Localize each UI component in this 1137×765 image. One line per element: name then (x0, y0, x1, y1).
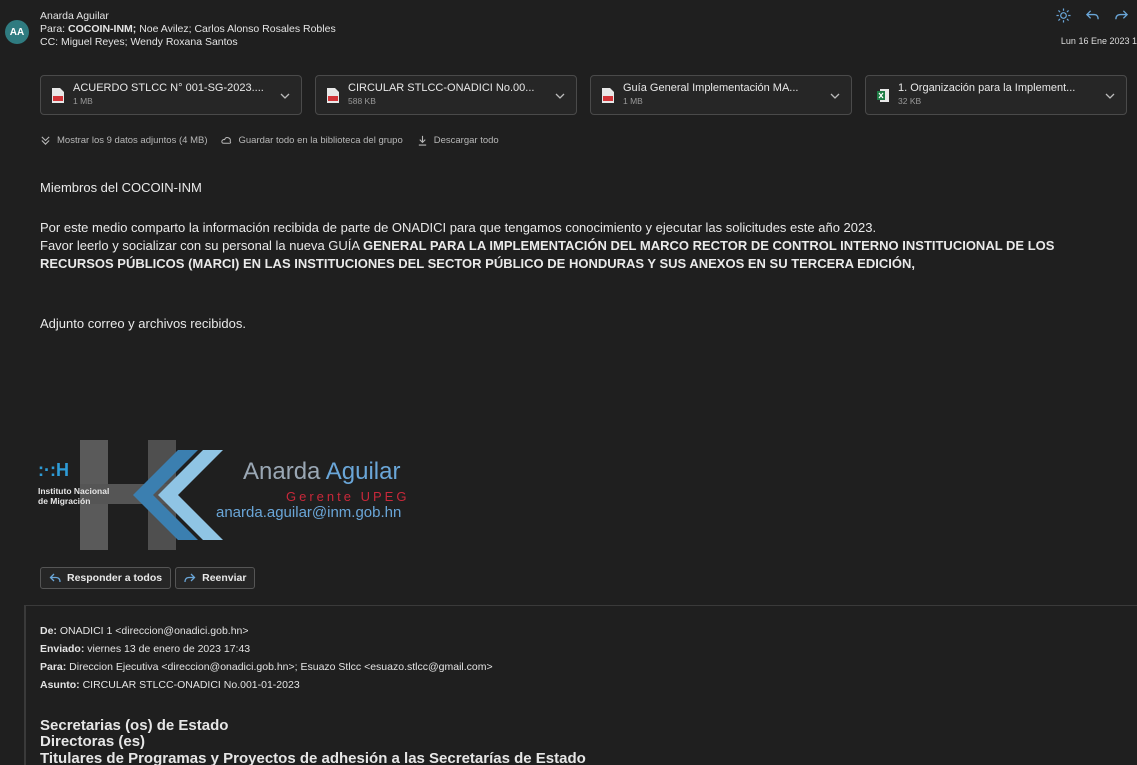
forward-label: Reenviar (202, 572, 247, 584)
greeting: Miembros del COCOIN-INM (40, 180, 202, 195)
from-label: De: (40, 625, 57, 637)
forward-icon (184, 573, 196, 583)
chevron-down-icon[interactable] (1104, 90, 1116, 102)
body-plain: Favor leerlo y socializar con su persona… (40, 238, 363, 253)
chevron-down-icon[interactable] (829, 90, 841, 102)
institution-name-line-1: Instituto Nacional (38, 486, 110, 496)
attachment-actions: Mostrar los 9 datos adjuntos (4 MB) Guar… (40, 135, 499, 146)
pdf-icon (327, 88, 339, 103)
to-value: Direccion Ejecutiva <direccion@onadici.g… (66, 661, 493, 673)
sent-label: Enviado: (40, 643, 85, 655)
forwarded-sent: Enviado: viernes 13 de enero de 2023 17:… (40, 643, 250, 655)
cc-recipients[interactable]: CC: Miguel Reyes; Wendy Roxana Santos (40, 36, 238, 48)
sun-icon[interactable] (1056, 8, 1071, 28)
attachment-name: 1. Organización para la Implement... (898, 82, 1076, 94)
to-label: Para: (40, 23, 66, 35)
download-all-label: Descargar todo (433, 135, 499, 146)
forwarded-from: De: ONADICI 1 <direccion@onadici.gob.hn> (40, 625, 249, 637)
show-all-label: Mostrar los 9 datos adjuntos (4 MB) (57, 135, 208, 146)
download-all-link[interactable]: Descargar todo (417, 135, 499, 146)
subject-value: CIRCULAR STLCC-ONADICI No.001-01-2023 (79, 679, 300, 691)
pdf-icon (52, 88, 64, 103)
forward-icon[interactable] (1114, 8, 1129, 28)
email-reading-pane: AA Anarda Aguilar Para: COCOIN-INM; Noe … (0, 0, 1137, 765)
body-paragraph-3: RECURSOS PÚBLICOS (MARCI) EN LAS INSTITU… (40, 256, 915, 271)
attachment-size: 32 KB (898, 96, 922, 106)
signature-role: Gerente UPEG (286, 489, 410, 504)
institution-name-line-2: de Migración (38, 496, 91, 506)
divider (24, 605, 1137, 606)
to-rest[interactable]: Noe Avilez; Carlos Alonso Rosales Robles (136, 23, 336, 35)
sent-value: viernes 13 de enero de 2023 17:43 (84, 643, 251, 655)
save-to-group-library-link[interactable]: Guardar todo en la biblioteca del grupo (221, 135, 403, 146)
to-recipients: Para: COCOIN-INM; Noe Avilez; Carlos Alo… (40, 23, 336, 35)
sender-name[interactable]: Anarda Aguilar (40, 10, 109, 22)
signature-first-name: Anarda (243, 458, 326, 485)
body-bold: GENERAL PARA LA IMPLEMENTACIÓN DEL MARCO… (363, 238, 1055, 253)
forward-button[interactable]: Reenviar (175, 567, 256, 589)
double-chevron-down-icon (41, 136, 50, 145)
logo-mark: :·:H (38, 460, 69, 480)
body-paragraph-1: Por este medio comparto la información r… (40, 220, 877, 235)
save-group-label: Guardar todo en la biblioteca del grupo (238, 135, 403, 146)
signature-name: Anarda Aguilar (243, 458, 400, 486)
attachment-size: 1 MB (623, 96, 643, 106)
attachment-name: ACUERDO STLCC N° 001-SG-2023.... (73, 82, 264, 94)
attachment-card[interactable]: CIRCULAR STLCC-ONADICI No.00... 588 KB (315, 75, 577, 115)
attachment-size: 588 KB (348, 96, 376, 106)
forwarded-subject: Asunto: CIRCULAR STLCC-ONADICI No.001-01… (40, 679, 300, 691)
chevron-down-icon[interactable] (279, 90, 291, 102)
reply-all-label: Responder a todos (67, 572, 163, 584)
body-paragraph-4: Adjunto correo y archivos recibidos. (40, 316, 246, 331)
cloud-icon (221, 137, 232, 144)
forwarded-to: Para: Direccion Ejecutiva <direccion@ona… (40, 661, 493, 673)
to-group[interactable]: COCOIN-INM; (68, 23, 136, 35)
reply-icon[interactable] (1085, 8, 1100, 28)
attachment-name: Guía General Implementación MA... (623, 82, 799, 94)
subject-label: Asunto: (40, 679, 80, 691)
reply-all-icon (49, 573, 61, 583)
quote-bar (24, 606, 26, 765)
reply-actions: Responder a todos Reenviar (40, 567, 256, 589)
attachments-list: ACUERDO STLCC N° 001-SG-2023.... 1 MB CI… (40, 75, 1127, 115)
attachment-card[interactable]: 1. Organización para la Implement... 32 … (865, 75, 1127, 115)
from-value: ONADICI 1 <direccion@onadici.gob.hn> (56, 625, 249, 637)
reply-all-button[interactable]: Responder a todos (40, 567, 172, 589)
signature-last-name: Aguilar (325, 458, 401, 485)
attachment-size: 1 MB (73, 96, 93, 106)
message-toolbar (1056, 8, 1129, 28)
attachment-card[interactable]: ACUERDO STLCC N° 001-SG-2023.... 1 MB (40, 75, 302, 115)
message-date: Lun 16 Ene 2023 1 (1060, 36, 1137, 46)
email-signature: :·:H Instituto Nacional de Migración Ana… (38, 440, 418, 550)
attachment-card[interactable]: Guía General Implementación MA... 1 MB (590, 75, 852, 115)
to-label: Para: (40, 661, 67, 673)
body-paragraph-2: Favor leerlo y socializar con su persona… (40, 238, 1054, 253)
addressee-line-2: Directoras (es) (40, 733, 146, 750)
sender-avatar[interactable]: AA (5, 20, 29, 44)
excel-icon (877, 89, 889, 102)
attachment-name: CIRCULAR STLCC-ONADICI No.00... (348, 82, 535, 94)
addressee-line-1: Secretarias (os) de Estado (40, 717, 229, 734)
pdf-icon (602, 88, 614, 103)
download-icon (418, 135, 426, 146)
body-bold: RECURSOS PÚBLICOS (MARCI) EN LAS INSTITU… (40, 256, 915, 271)
signature-email[interactable]: anarda.aguilar@inm.gob.hn (216, 504, 401, 521)
addressee-line-3: Titulares de Programas y Proyectos de ad… (40, 750, 586, 765)
chevron-down-icon[interactable] (554, 90, 566, 102)
show-all-attachments-link[interactable]: Mostrar los 9 datos adjuntos (4 MB) (40, 135, 207, 146)
